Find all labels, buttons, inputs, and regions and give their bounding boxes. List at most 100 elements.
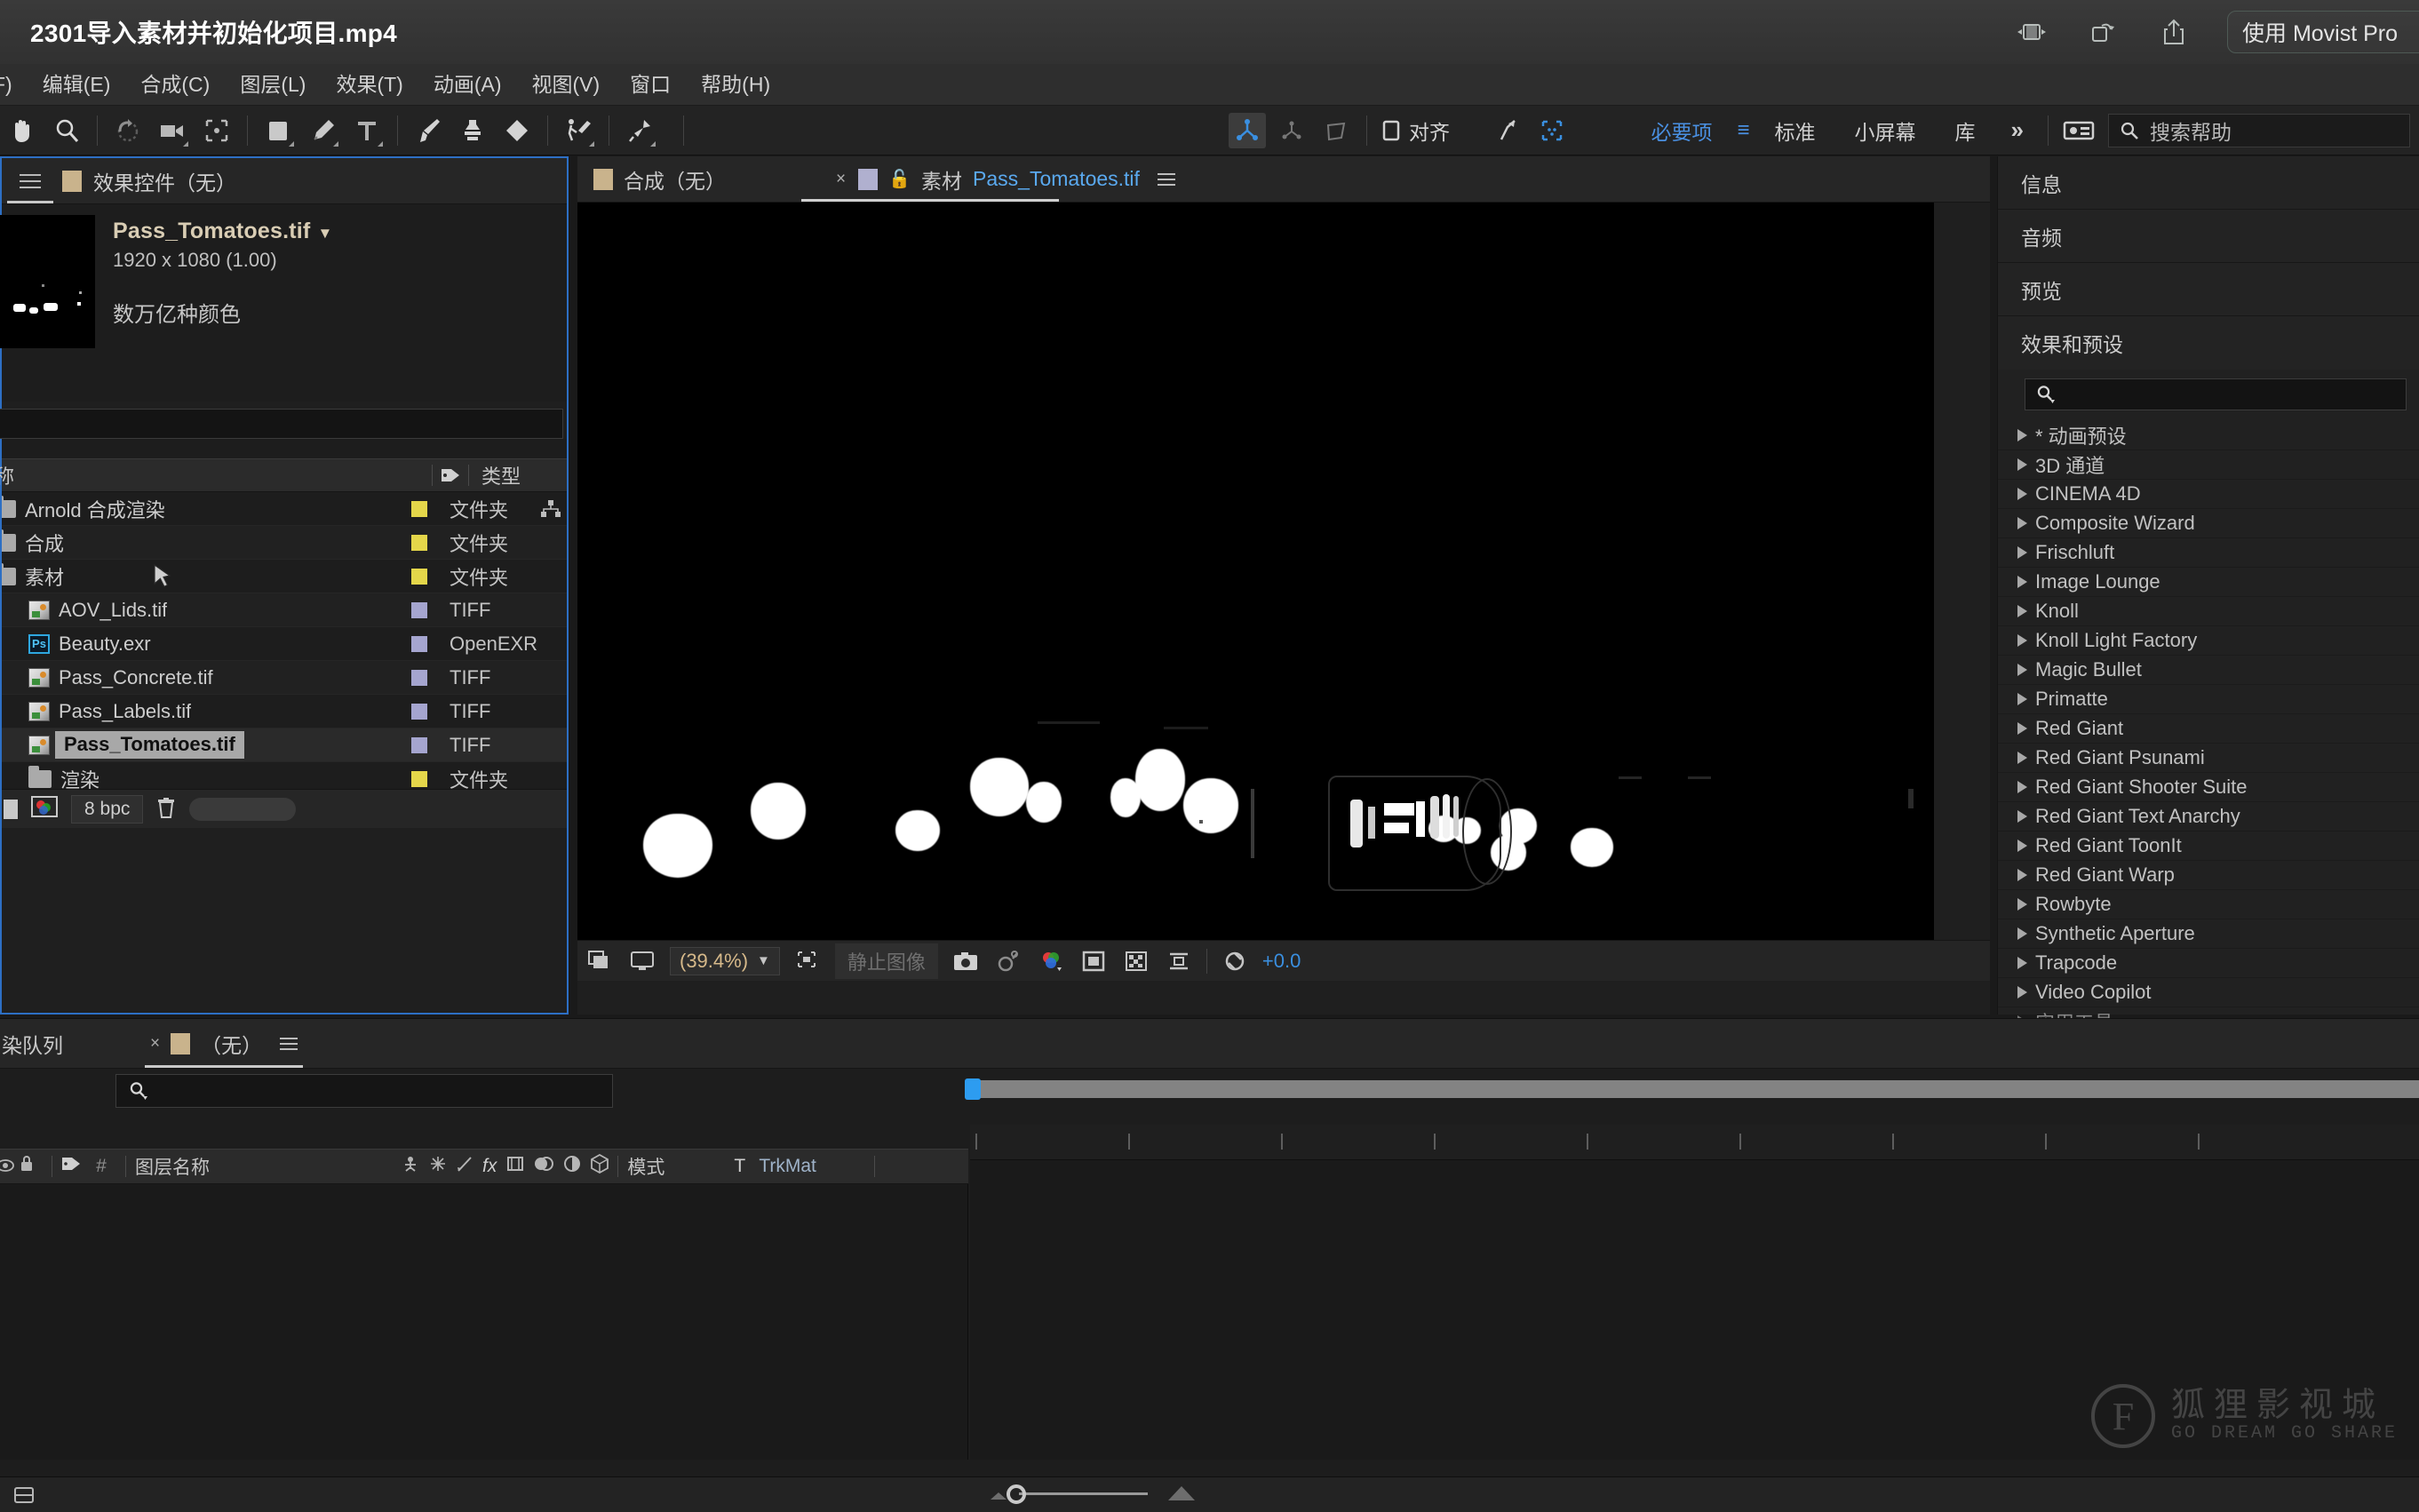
lock-icon[interactable]: 🔓 xyxy=(888,168,911,190)
tab-preview[interactable]: 预览 xyxy=(1998,263,2419,316)
chevron-right-icon[interactable] xyxy=(2017,722,2027,735)
chevron-right-icon[interactable] xyxy=(2017,664,2027,676)
shape-tool[interactable] xyxy=(259,113,297,148)
close-icon[interactable]: × xyxy=(836,170,846,189)
transparency-grid-icon[interactable] xyxy=(1121,948,1151,975)
chevron-right-icon[interactable] xyxy=(2017,898,2027,911)
clone-stamp-tool[interactable] xyxy=(454,113,491,148)
tab-timeline-comp[interactable]: × （无） xyxy=(136,1019,312,1068)
view-layout-icon[interactable] xyxy=(627,948,657,975)
column-header-name[interactable]: 称 xyxy=(0,461,432,489)
workspace-small-screen[interactable]: 小屏幕 xyxy=(1835,115,1936,146)
camera-tool[interactable] xyxy=(154,113,191,148)
list-item[interactable]: * 动画预设 xyxy=(1998,421,2419,450)
workspace-essentials[interactable]: 必要项 xyxy=(1632,115,1732,146)
viewer-panel-menu-icon[interactable] xyxy=(1157,172,1175,186)
list-item[interactable]: Red Giant Psunami xyxy=(1998,744,2419,773)
chevron-right-icon[interactable] xyxy=(2017,458,2027,471)
list-item[interactable]: Magic Bullet xyxy=(1998,656,2419,685)
interpret-footage-icon[interactable] xyxy=(30,794,59,824)
chevron-right-icon[interactable] xyxy=(2017,752,2027,764)
exposure-value[interactable]: +0.0 xyxy=(1262,950,1301,973)
frame-blend-icon[interactable] xyxy=(506,1155,524,1178)
list-item[interactable]: Trapcode xyxy=(1998,949,2419,978)
adjustment-layer-icon[interactable] xyxy=(563,1155,581,1178)
list-item[interactable]: 3D 通道 xyxy=(1998,450,2419,480)
shy-icon[interactable] xyxy=(402,1155,419,1178)
3d-layer-icon[interactable] xyxy=(591,1153,609,1179)
chevron-right-icon[interactable] xyxy=(2017,869,2027,881)
menu-item-effect[interactable]: 效果(T) xyxy=(321,64,418,106)
list-item[interactable]: Red Giant Warp xyxy=(1998,861,2419,890)
effects-fx-icon[interactable]: fx xyxy=(482,1156,497,1177)
tab-composition[interactable]: 合成（无） xyxy=(577,156,742,202)
chevron-right-icon[interactable] xyxy=(2017,986,2027,999)
zoom-slider-track[interactable] xyxy=(1019,1492,1148,1495)
world-axis-icon[interactable] xyxy=(1273,113,1310,148)
list-item[interactable]: Red Giant Text Anarchy xyxy=(1998,802,2419,832)
bit-depth-button[interactable]: 8 bpc xyxy=(71,794,144,824)
list-item[interactable]: Knoll Light Factory xyxy=(1998,626,2419,656)
chevron-right-icon[interactable] xyxy=(2017,488,2027,500)
rotate-tool[interactable] xyxy=(109,113,147,148)
eye-icon[interactable] xyxy=(0,1156,14,1177)
view-axis-icon[interactable] xyxy=(1317,113,1355,148)
table-row[interactable]: 合成 文件夹 xyxy=(2,526,567,560)
pen-tool[interactable] xyxy=(304,113,341,148)
tag-icon[interactable] xyxy=(61,1156,86,1177)
list-item[interactable]: Composite Wizard xyxy=(1998,509,2419,538)
channel-icon[interactable] xyxy=(1036,948,1066,975)
new-comp-icon[interactable] xyxy=(4,799,18,819)
workspace-library[interactable]: 库 xyxy=(1936,115,1995,146)
mask-icon[interactable] xyxy=(1078,948,1109,975)
list-item[interactable]: Rowbyte xyxy=(1998,890,2419,919)
tab-effects-and-presets[interactable]: 效果和预设 xyxy=(1998,316,2419,370)
label-color-swatch[interactable] xyxy=(402,635,437,652)
column-header-layer-name[interactable]: 图层名称 xyxy=(135,1153,402,1180)
chevron-right-icon[interactable] xyxy=(2017,927,2027,940)
hand-tool[interactable] xyxy=(4,113,41,148)
adobe-stock-icon[interactable] xyxy=(2060,113,2097,148)
table-row[interactable]: Pass_Concrete.tif TIFF xyxy=(2,661,567,695)
project-list-body[interactable]: Arnold 合成渲染 文件夹 合成 文件夹 素材 文件夹 AOV_Lids.tif TIFF… xyxy=(2,492,567,828)
roto-brush-tool[interactable] xyxy=(560,113,597,148)
chevron-down-icon[interactable]: ▼ xyxy=(317,225,332,242)
project-search-input[interactable] xyxy=(0,409,563,439)
table-row[interactable]: 素材 文件夹 xyxy=(2,560,567,593)
exposure-reset-icon[interactable] xyxy=(1220,948,1250,975)
label-color-swatch[interactable] xyxy=(402,770,437,787)
tab-audio[interactable]: 音频 xyxy=(1998,210,2419,263)
tab-render-queue[interactable]: 染队列 xyxy=(0,1019,77,1068)
workspace-standard[interactable]: 标准 xyxy=(1755,115,1835,146)
guides-icon[interactable] xyxy=(1164,948,1194,975)
align-toggle[interactable]: 对齐 xyxy=(1381,115,1450,146)
effects-and-presets-list[interactable]: * 动画预设 3D 通道 CINEMA 4D Composite Wizard Fris… xyxy=(1998,421,2419,1037)
list-item[interactable]: CINEMA 4D xyxy=(1998,480,2419,509)
menu-item-animation[interactable]: 动画(A) xyxy=(418,64,517,106)
chevron-right-icon[interactable] xyxy=(2017,840,2027,852)
movist-pro-badge[interactable]: 使用 Movist Pro xyxy=(2227,11,2419,53)
pip-icon[interactable] xyxy=(2014,14,2049,50)
list-item[interactable]: Knoll xyxy=(1998,597,2419,626)
tab-info[interactable]: 信息 xyxy=(1998,156,2419,210)
eraser-tool[interactable] xyxy=(498,113,536,148)
zoom-out-icon[interactable] xyxy=(991,1492,1007,1500)
timeline-work-area-bar[interactable] xyxy=(970,1080,2419,1098)
type-tool[interactable] xyxy=(348,113,386,148)
timeline-ruler[interactable] xyxy=(970,1125,2419,1160)
column-header-tag[interactable] xyxy=(433,466,468,484)
rotate-icon[interactable] xyxy=(2085,14,2121,50)
chevron-right-icon[interactable] xyxy=(2017,957,2027,969)
list-item[interactable]: Video Copilot xyxy=(1998,978,2419,1007)
column-header-type[interactable]: 类型 xyxy=(469,461,567,489)
current-time-indicator[interactable] xyxy=(965,1078,981,1100)
delete-icon[interactable] xyxy=(155,794,177,824)
snapshot-icon[interactable] xyxy=(951,948,981,975)
timeline-zoom-slider[interactable] xyxy=(991,1482,1195,1505)
label-color-swatch[interactable] xyxy=(402,669,437,686)
region-of-interest-icon[interactable] xyxy=(792,948,823,975)
close-icon[interactable]: × xyxy=(150,1034,160,1054)
table-row[interactable]: AOV_Lids.tif TIFF xyxy=(2,593,567,627)
footage-name[interactable]: Pass_Tomatoes.tif ▼ xyxy=(113,219,333,244)
chevron-right-icon[interactable] xyxy=(2017,517,2027,529)
